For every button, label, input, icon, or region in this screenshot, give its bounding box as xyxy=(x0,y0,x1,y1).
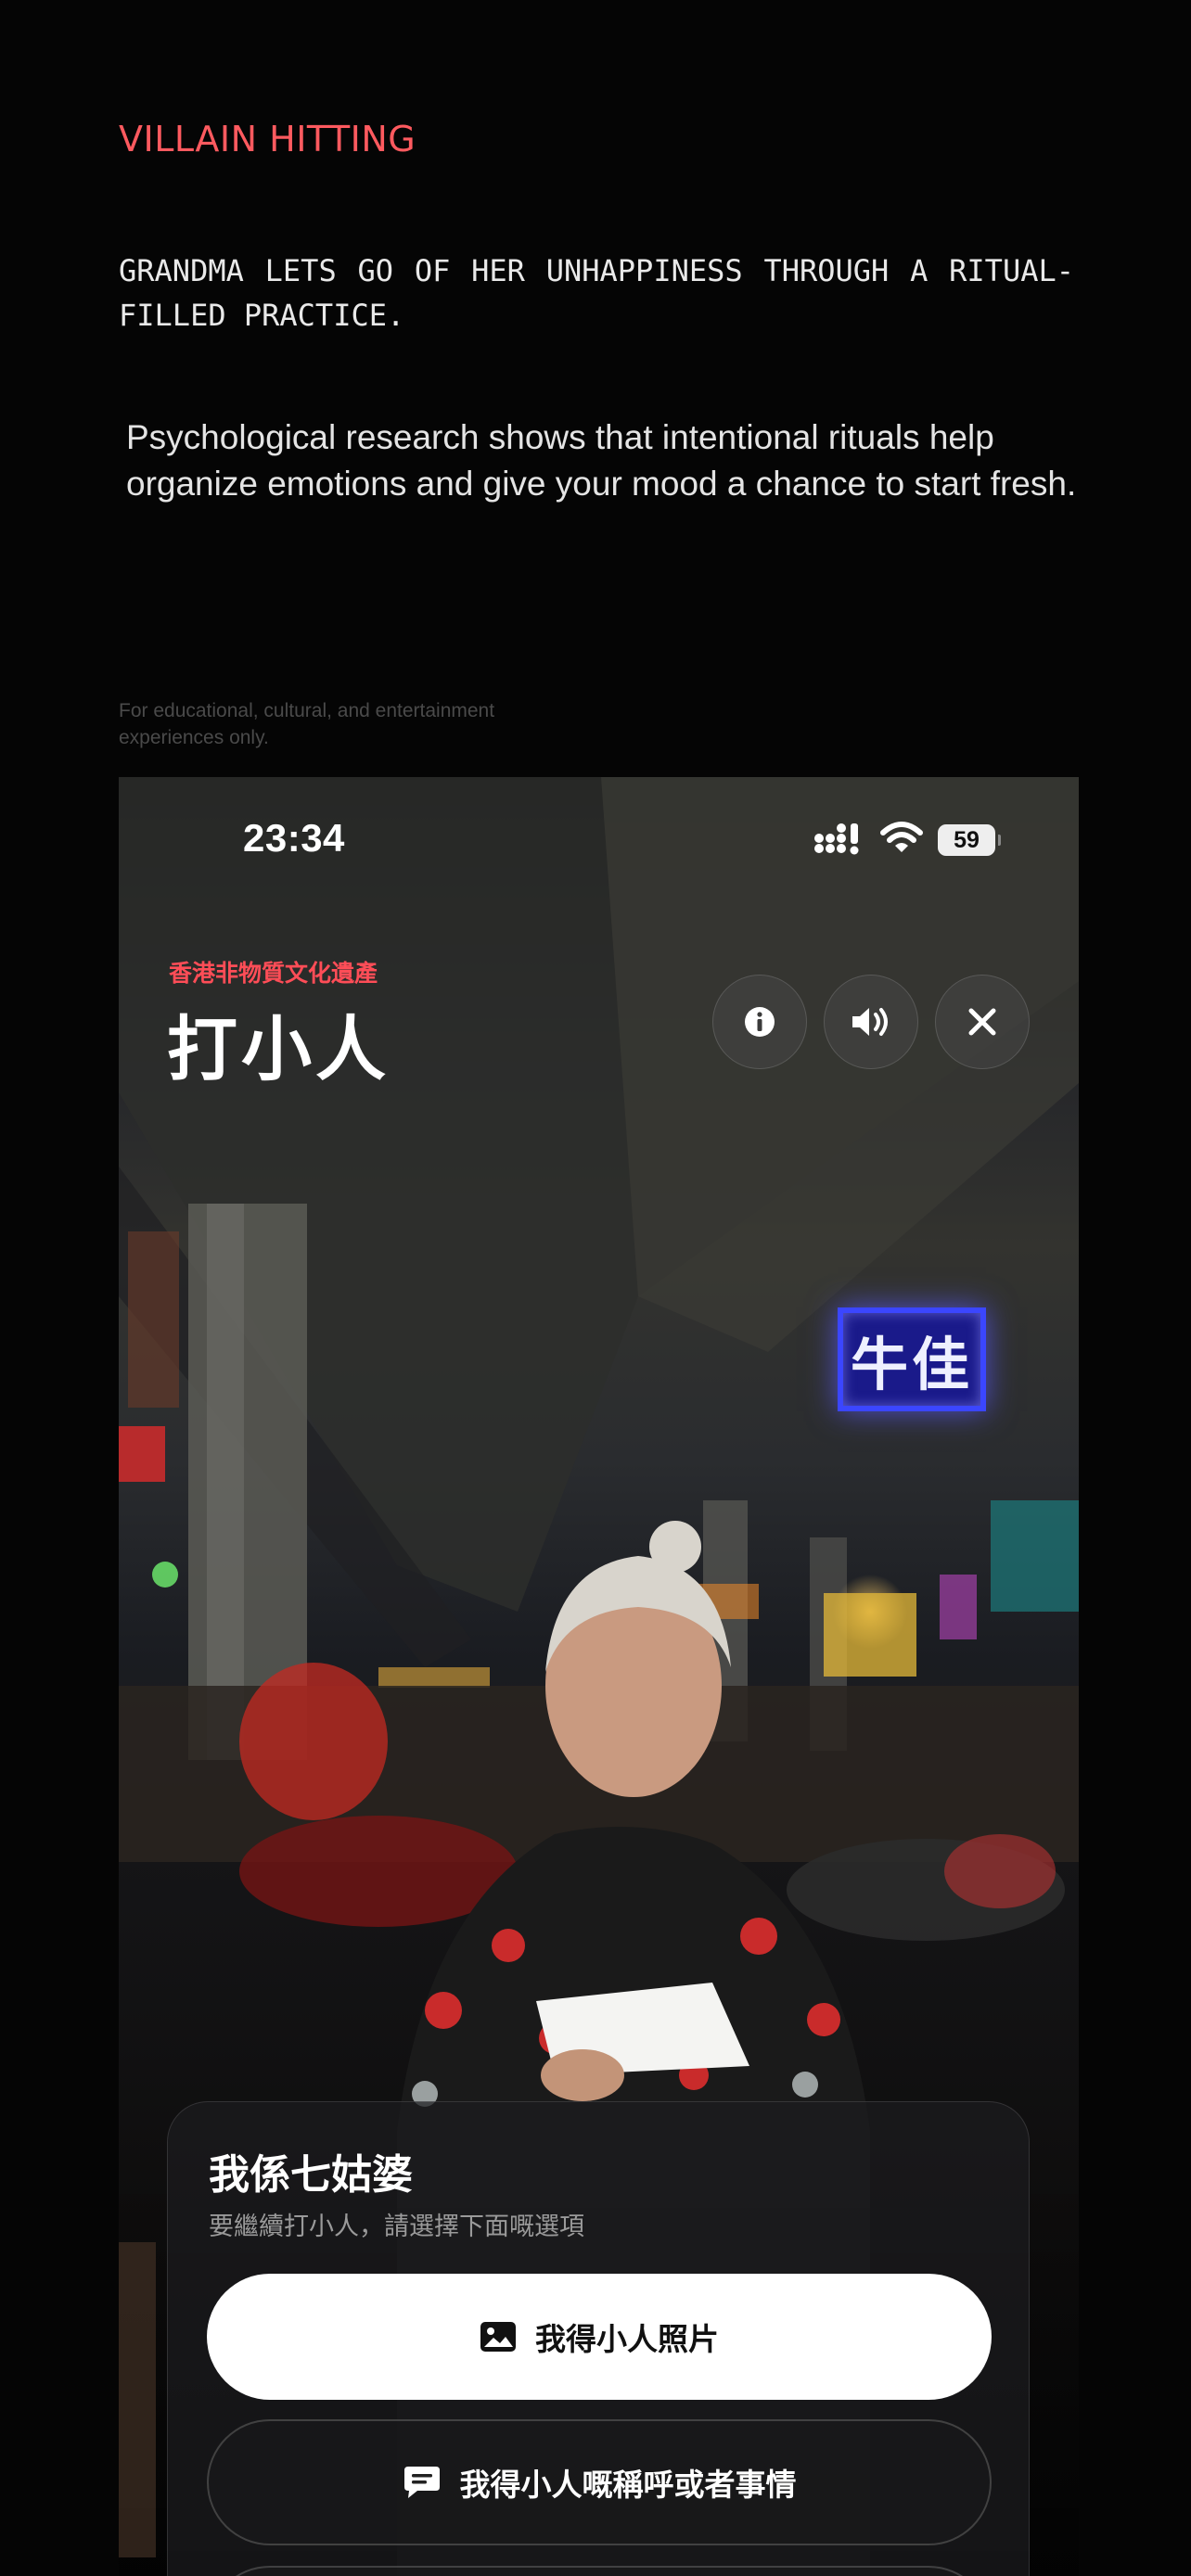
card-subtitle: 要繼續打小人，請選擇下面嘅選項 xyxy=(209,2213,584,2241)
info-button[interactable] xyxy=(712,975,807,1069)
app-title: 打小人 xyxy=(167,1008,390,1090)
choice-card: 我係七姑婆 要繼續打小人，請選擇下面嘅選項 我得小人照片 我得小人嘅稱呼或者事情 xyxy=(167,2101,1030,2576)
headline: GRANDMA LETS GO OF HER UNHAPPINESS THROU… xyxy=(119,253,1074,333)
section-kicker: VILLAIN HITTING xyxy=(119,119,416,159)
image-icon xyxy=(480,2322,516,2352)
status-time: 23:34 xyxy=(243,816,345,860)
chat-icon xyxy=(403,2467,440,2498)
body-text: Psychological research shows that intent… xyxy=(126,418,1077,503)
battery-icon: 59 xyxy=(938,824,1001,856)
info-icon xyxy=(745,1007,775,1037)
signal-icon xyxy=(813,822,865,859)
heritage-label: 香港非物質文化遺產 xyxy=(169,960,378,987)
phone-screen: 牛佳 23:34 59 香港非物質文化遺產 打小人 我係七姑婆 要繼續打小人，請… xyxy=(119,777,1079,2576)
sound-button[interactable] xyxy=(824,975,918,1069)
top-controls xyxy=(712,975,1030,1069)
card-title: 我係七姑婆 xyxy=(209,2151,413,2199)
close-icon xyxy=(968,1008,996,1036)
third-option-button[interactable] xyxy=(207,2566,992,2576)
disclaimer: For educational, cultural, and entertain… xyxy=(119,700,495,748)
neon-sign: 牛佳 xyxy=(838,1307,986,1411)
status-icons: 59 xyxy=(813,822,1001,859)
photo-option-label: 我得小人照片 xyxy=(535,2321,719,2357)
name-option-label: 我得小人嘅稱呼或者事情 xyxy=(459,2467,797,2503)
speaker-icon xyxy=(852,1008,888,1036)
close-button[interactable] xyxy=(935,975,1030,1069)
wifi-icon xyxy=(880,822,923,859)
page: VILLAIN HITTING GRANDMA LETS GO OF HER U… xyxy=(0,0,1191,2576)
name-option-button[interactable]: 我得小人嘅稱呼或者事情 xyxy=(207,2419,992,2545)
photo-option-button[interactable]: 我得小人照片 xyxy=(207,2274,992,2400)
